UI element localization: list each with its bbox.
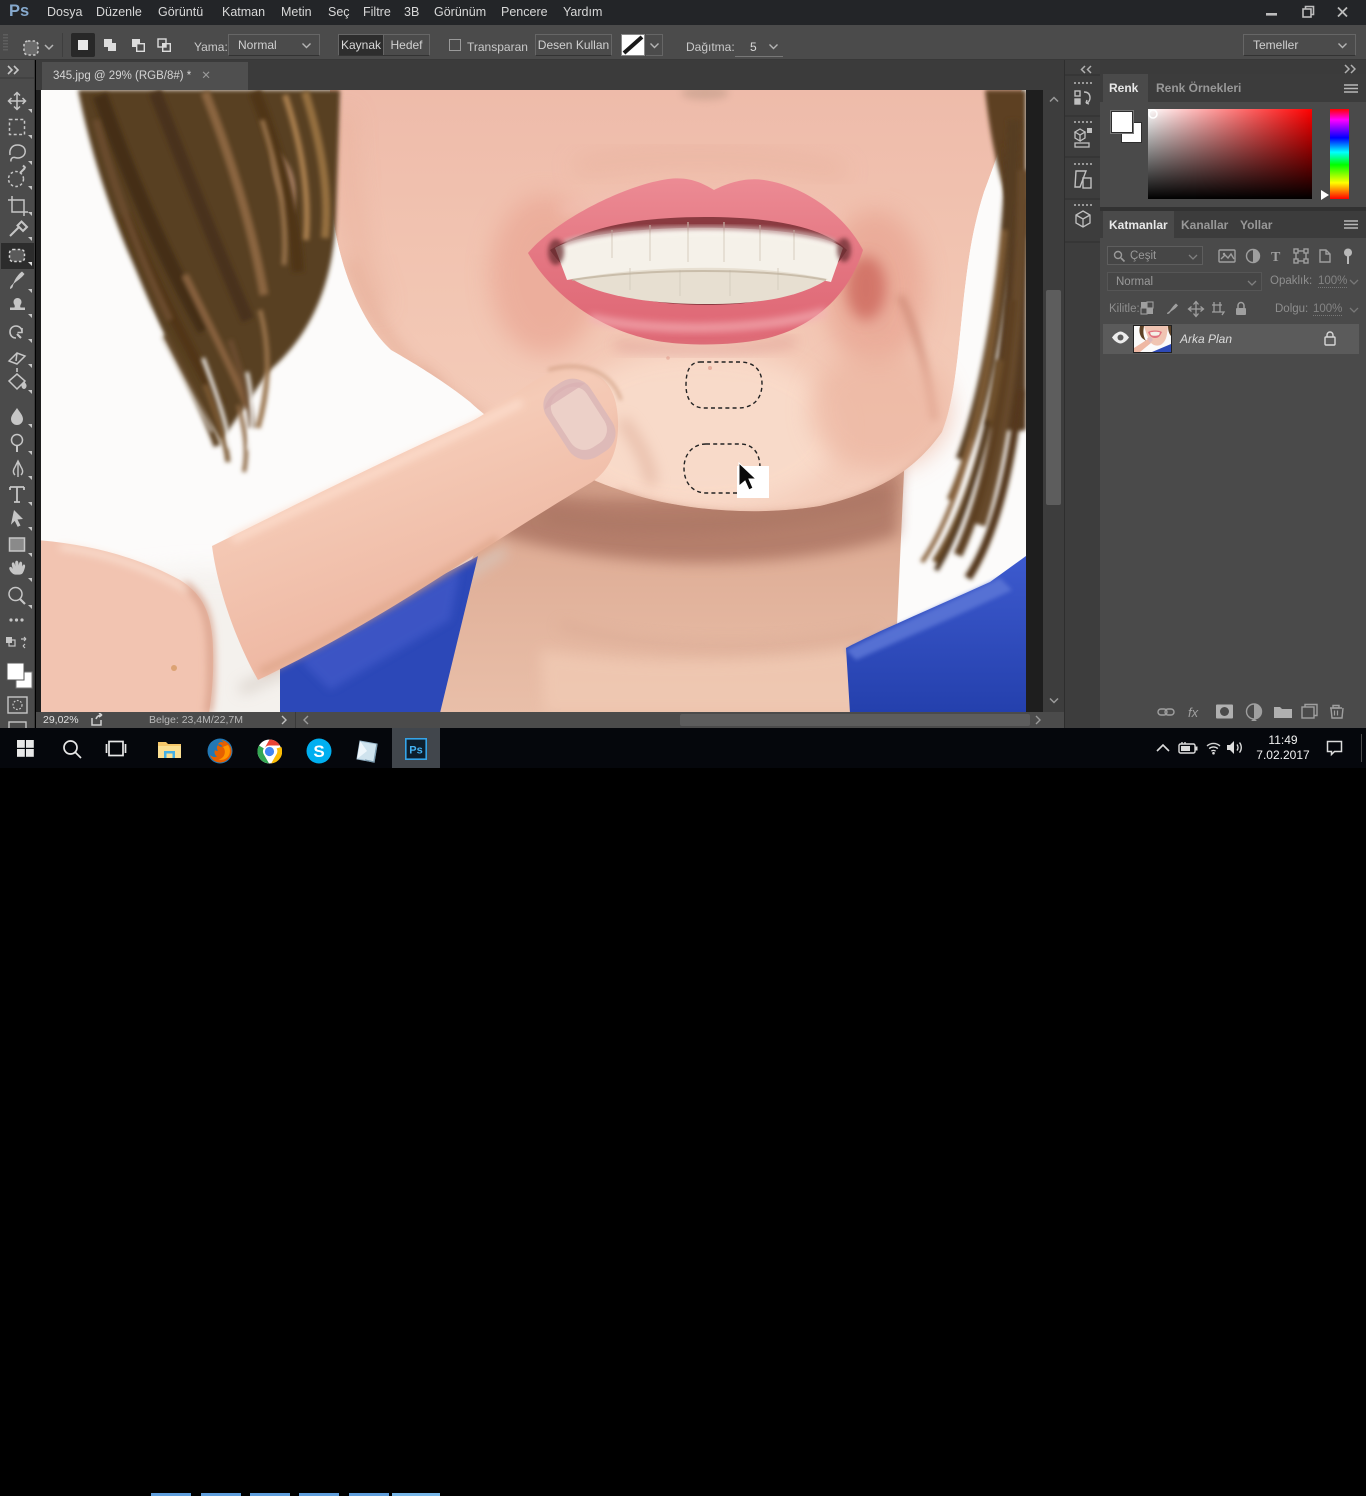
svg-text:fx: fx (1188, 705, 1199, 720)
svg-text:T: T (1271, 250, 1281, 265)
svg-text:Ps: Ps (409, 745, 422, 757)
svg-text:S: S (313, 742, 324, 761)
